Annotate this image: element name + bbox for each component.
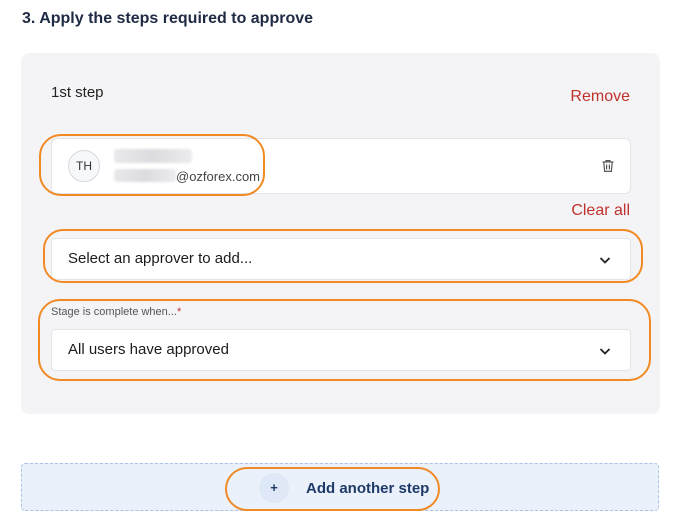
step-panel: 1st step Remove TH @ozforex.com Clear al… — [21, 53, 660, 414]
add-another-step-button[interactable]: + Add another step — [21, 463, 659, 511]
clear-all-button[interactable]: Clear all — [571, 202, 630, 220]
step-title: 1st step — [51, 84, 104, 101]
plus-icon: + — [259, 473, 289, 503]
trash-icon[interactable] — [600, 158, 616, 174]
chevron-down-icon — [598, 344, 612, 358]
approver-select[interactable]: Select an approver to add... — [51, 238, 631, 280]
required-mark: * — [176, 306, 182, 318]
approver-card: TH @ozforex.com — [51, 138, 631, 194]
stage-complete-label: Stage is complete when...* — [51, 306, 182, 318]
stage-complete-value: All users have approved — [68, 341, 229, 358]
approver-select-placeholder: Select an approver to add... — [68, 250, 253, 267]
avatar: TH — [68, 150, 100, 182]
redacted-approver-name — [114, 149, 192, 163]
stage-complete-select[interactable]: All users have approved — [51, 329, 631, 371]
remove-step-button[interactable]: Remove — [570, 88, 630, 106]
approver-email-domain: @ozforex.com — [176, 169, 260, 184]
section-heading: 3. Apply the steps required to approve — [22, 10, 314, 27]
redacted-approver-email — [114, 169, 176, 182]
add-another-step-label: Add another step — [306, 480, 430, 497]
chevron-down-icon — [598, 253, 612, 267]
